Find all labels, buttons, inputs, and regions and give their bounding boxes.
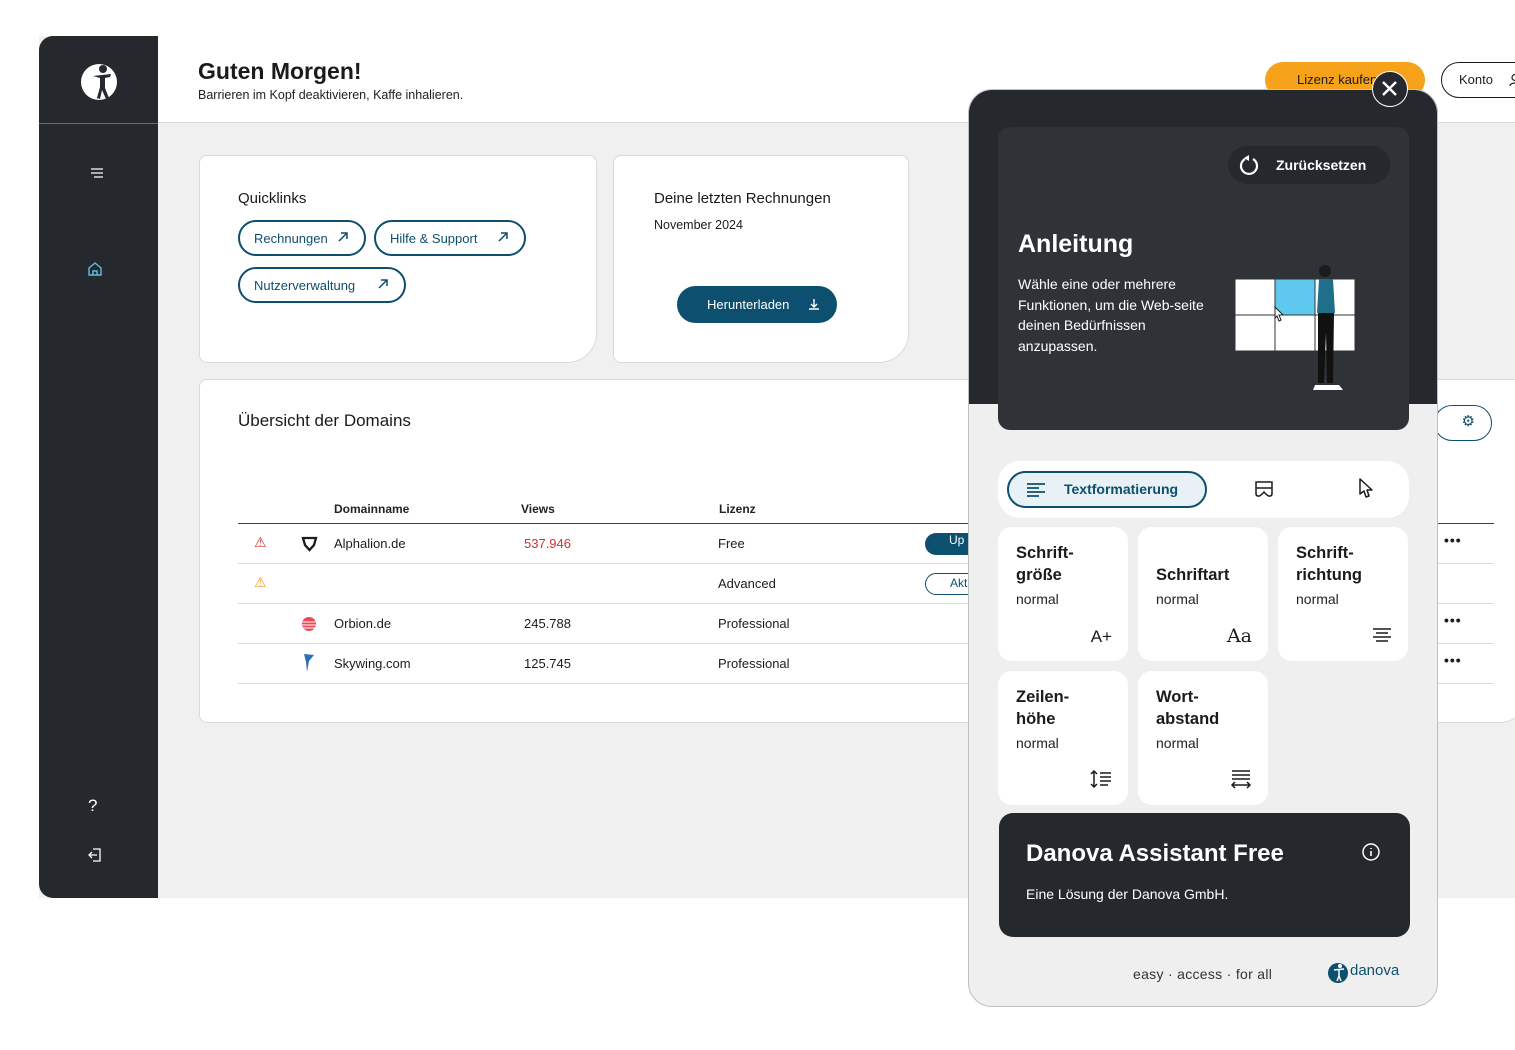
reset-button[interactable]: Zurücksetzen xyxy=(1228,146,1390,184)
invoices-title: Deine letzten Rechnungen xyxy=(654,190,831,207)
domain-license: Advanced xyxy=(718,576,776,591)
info-icon[interactable] xyxy=(1361,842,1381,862)
quicklink-label: Rechnungen xyxy=(254,230,328,246)
more-options-icon[interactable]: ••• xyxy=(1444,532,1462,548)
tile-title: Schrift-größe xyxy=(1016,544,1074,584)
download-label: Herunterladen xyxy=(707,297,790,312)
domain-license: Professional xyxy=(718,656,790,671)
tile-value: normal xyxy=(1016,591,1059,607)
domain-views: 245.788 xyxy=(524,616,571,631)
line-height-icon xyxy=(1090,769,1111,789)
tile-title: Zeilen-höhe xyxy=(1016,688,1070,728)
domain-name: Skywing.com xyxy=(334,656,411,671)
tile-title: Schriftart xyxy=(1156,566,1230,584)
page-title: Guten Morgen! xyxy=(198,58,362,84)
more-options-icon[interactable]: ••• xyxy=(1444,652,1462,668)
skywing-logo-icon xyxy=(304,654,314,672)
col-lizenz: Lizenz xyxy=(719,502,756,516)
reset-label: Zurücksetzen xyxy=(1276,157,1367,173)
brand-name: danova xyxy=(1350,962,1400,979)
word-spacing-icon xyxy=(1230,770,1252,789)
invoices-card: Deine letzten Rechnungen November 2024 H… xyxy=(613,155,909,363)
close-icon xyxy=(1382,81,1397,96)
orbion-logo-icon xyxy=(302,617,316,631)
tab-label: Textformatierung xyxy=(1064,481,1179,497)
font-family-icon: Aa xyxy=(1226,625,1252,647)
accessibility-logo-icon[interactable] xyxy=(81,60,117,104)
gear-icon: ⚙ xyxy=(1461,413,1475,430)
tile-schriftart[interactable]: Schriftart normal Aa xyxy=(1138,527,1268,661)
tile-value: normal xyxy=(1156,735,1199,751)
tile-schriftgroesse[interactable]: Schrift-größe normal A+ xyxy=(998,527,1128,661)
alphalion-logo-icon xyxy=(301,536,318,552)
download-button[interactable]: Herunterladen xyxy=(677,286,837,323)
tile-title: Schrift-richtung xyxy=(1296,544,1362,584)
page-subtitle: Barrieren im Kopf deaktivieren, Kaffe in… xyxy=(198,88,464,102)
domain-name: Orbion.de xyxy=(334,616,392,631)
menu-icon[interactable] xyxy=(88,164,106,182)
close-widget-button[interactable] xyxy=(1372,71,1408,107)
tile-schriftrichtung[interactable]: Schrift-richtung normal xyxy=(1278,527,1408,661)
domain-views: 125.745 xyxy=(524,656,571,671)
account-label: Konto xyxy=(1459,72,1493,87)
col-domainname: Domainname xyxy=(334,502,410,516)
accessibility-widget: Zurücksetzen Anleitung Wähle eine oder m… xyxy=(968,89,1438,1007)
guide-title: Anleitung xyxy=(1018,230,1134,258)
home-icon[interactable] xyxy=(86,260,104,278)
quicklinks-title: Quicklinks xyxy=(238,190,307,207)
vision-glasses-icon[interactable] xyxy=(1253,479,1275,499)
feature-tabbar: Textformatierung xyxy=(998,461,1409,518)
cursor-icon[interactable] xyxy=(1357,477,1375,499)
assistant-title: Danova Assistant Free xyxy=(1026,840,1284,867)
account-button[interactable]: Konto xyxy=(1441,62,1515,98)
quicklink-label: Nutzerverwaltung xyxy=(254,277,356,293)
domain-license: Free xyxy=(718,536,745,551)
tile-value: normal xyxy=(1156,591,1199,607)
tile-zeilenhoehe[interactable]: Zeilen-höhe normal xyxy=(998,671,1128,805)
domain-views: 537.946 xyxy=(524,536,571,551)
assistant-panel: Danova Assistant Free Eine Lösung der Da… xyxy=(999,813,1410,937)
tab-textformatierung[interactable]: Textformatierung xyxy=(1007,471,1207,508)
settings-button[interactable]: ⚙ xyxy=(1434,405,1492,441)
user-icon xyxy=(1509,73,1515,87)
reset-icon xyxy=(1239,155,1259,176)
domain-license: Professional xyxy=(718,616,790,631)
arrow-up-right-icon xyxy=(378,279,388,289)
align-center-icon xyxy=(1373,628,1391,642)
font-size-icon: A+ xyxy=(1090,627,1112,646)
tile-title: Wort-abstand xyxy=(1156,688,1220,728)
logout-icon[interactable] xyxy=(86,846,104,864)
text-align-left-icon xyxy=(1027,483,1045,497)
guide-illustration xyxy=(1234,265,1356,390)
tile-value: normal xyxy=(1296,591,1339,607)
quicklinks-card: Quicklinks Rechnungen Hilfe & Support Nu… xyxy=(199,155,597,363)
sidebar-divider xyxy=(39,123,158,124)
help-icon[interactable]: ? xyxy=(88,796,106,815)
sidebar: ? xyxy=(39,36,158,898)
quicklink-label: Hilfe & Support xyxy=(390,230,478,246)
invoice-month: November 2024 xyxy=(654,218,743,232)
tile-value: normal xyxy=(1016,735,1059,751)
download-icon xyxy=(809,299,819,310)
quicklink-nutzerverwaltung[interactable]: Nutzerverwaltung xyxy=(238,267,406,303)
domains-title: Übersicht der Domains xyxy=(238,411,411,430)
warning-icon: ⚠ xyxy=(254,574,267,590)
warning-icon: ⚠ xyxy=(254,534,267,550)
arrow-up-right-icon xyxy=(498,232,508,242)
guide-panel: Zurücksetzen Anleitung Wähle eine oder m… xyxy=(998,127,1409,430)
guide-text: Wähle eine oder mehrere Funktionen, um d… xyxy=(1018,276,1204,354)
tile-wortabstand[interactable]: Wort-abstand normal xyxy=(1138,671,1268,805)
domain-name: Alphalion.de xyxy=(334,536,406,551)
assistant-subtitle: Eine Lösung der Danova GmbH. xyxy=(1026,886,1229,902)
more-options-icon[interactable]: ••• xyxy=(1444,612,1462,628)
quicklink-hilfe-support[interactable]: Hilfe & Support xyxy=(374,220,526,256)
tagline: easy · access · for all xyxy=(1133,966,1273,982)
quicklink-rechnungen[interactable]: Rechnungen xyxy=(238,220,366,256)
danova-logo-icon xyxy=(1328,963,1348,983)
arrow-up-right-icon xyxy=(338,232,348,242)
col-views: Views xyxy=(521,502,555,516)
